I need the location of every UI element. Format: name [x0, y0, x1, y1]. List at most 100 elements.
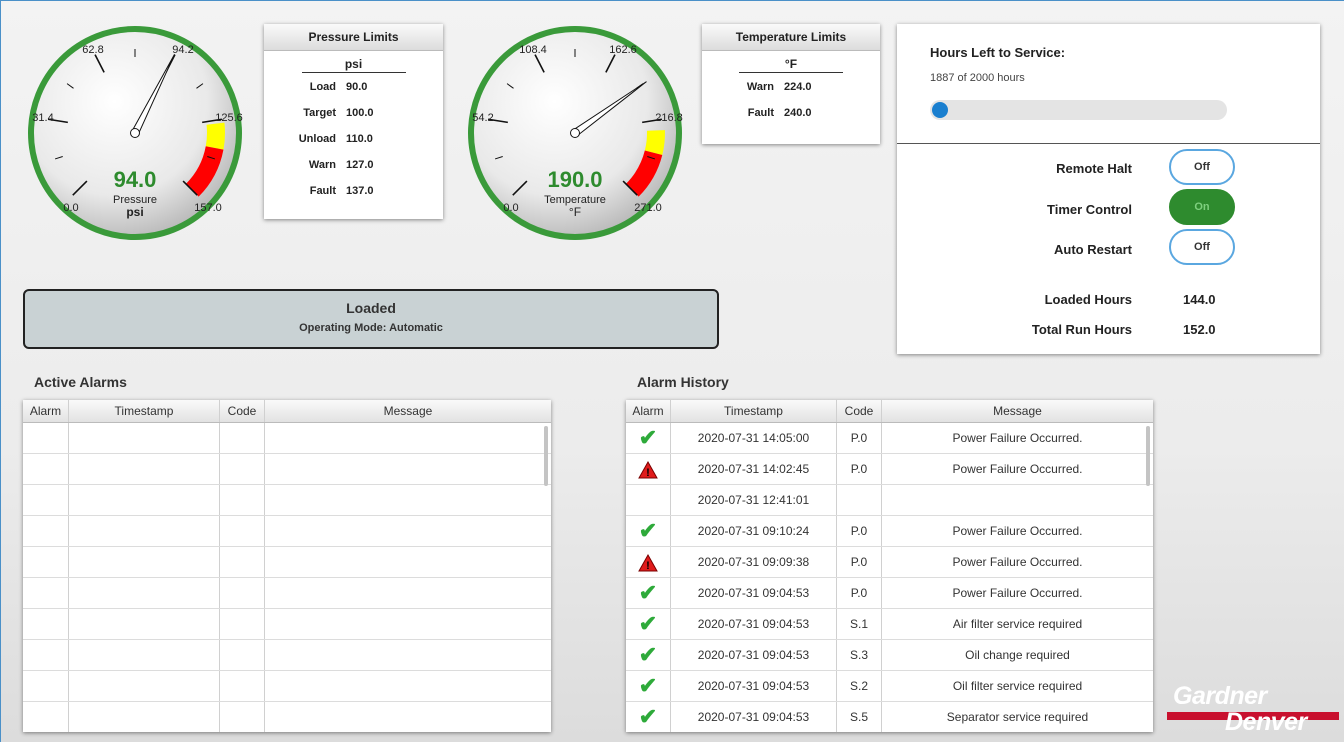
timestamp-cell: 2020-07-31 09:04:53: [671, 702, 837, 732]
table-cell: [265, 547, 551, 577]
timestamp-cell: 2020-07-31 09:04:53: [671, 671, 837, 701]
message-cell: Separator service required: [946, 710, 1089, 724]
table-row[interactable]: ✔ 2020-07-31 09:04:53 P.0 Power Failure Occ…: [626, 578, 1153, 609]
remote-halt-toggle[interactable]: Off: [1169, 149, 1235, 185]
table-cell: [69, 454, 220, 484]
temperature-limit-label: Fault: [747, 107, 774, 119]
temperature-warn-band: [644, 130, 665, 155]
col-timestamp[interactable]: Timestamp: [69, 400, 220, 422]
temperature-limit-row: Fault 240.0: [702, 100, 880, 126]
table-cell: [265, 454, 551, 484]
pressure-limits-title: Pressure Limits: [264, 24, 443, 51]
table-cell: [220, 547, 265, 577]
col-message[interactable]: Message: [882, 400, 1153, 422]
table-cell: [220, 485, 265, 515]
table-cell: [23, 423, 69, 453]
col-timestamp[interactable]: Timestamp: [671, 400, 837, 422]
timestamp-cell: 2020-07-31 09:04:53: [671, 578, 837, 608]
pressure-tick-label: 31.4: [32, 112, 53, 124]
active-alarms-table[interactable]: Alarm Timestamp Code Message: [23, 400, 551, 732]
table-cell: [265, 578, 551, 608]
table-row[interactable]: [23, 454, 551, 485]
pressure-limit-label: Warn: [308, 159, 336, 171]
col-message[interactable]: Message: [265, 400, 551, 422]
table-cell: [220, 609, 265, 639]
table-cell: [23, 516, 69, 546]
code-cell: P.0: [837, 547, 882, 577]
table-cell: [220, 578, 265, 608]
table-row[interactable]: [23, 423, 551, 454]
code-cell: S.1: [837, 609, 882, 639]
temperature-limit-value: 240.0: [784, 107, 812, 119]
table-row[interactable]: ! 2020-07-31 14:02:45 P.0 Power Failure Occ…: [626, 454, 1153, 485]
message-cell: Power Failure Occurred.: [952, 586, 1083, 600]
table-cell: [23, 454, 69, 484]
pressure-limit-row: Unload 110.0: [264, 126, 443, 152]
table-cell: [265, 516, 551, 546]
table-cell: [69, 423, 220, 453]
message-cell: Power Failure Occurred.: [952, 431, 1083, 445]
table-row[interactable]: ✔ 2020-07-31 09:10:24 P.0 Power Failure Occ…: [626, 516, 1153, 547]
table-row[interactable]: [23, 640, 551, 671]
table-row[interactable]: ✔ 2020-07-31 09:04:53 S.1 Air filter servic…: [626, 609, 1153, 640]
table-cell: [69, 640, 220, 670]
table-cell: [69, 671, 220, 701]
table-row[interactable]: [23, 516, 551, 547]
pressure-warn-band: [205, 122, 225, 150]
table-cell: [23, 671, 69, 701]
gardner-denver-logo: Gardner Denver: [1167, 682, 1339, 736]
table-row[interactable]: ✔ 2020-07-31 09:04:53 S.3 Oil change requir…: [626, 640, 1153, 671]
timestamp-cell: 2020-07-31 12:41:01: [671, 485, 837, 515]
table-row[interactable]: [23, 671, 551, 702]
alarm-history-scrollbar[interactable]: [1146, 426, 1150, 486]
col-alarm[interactable]: Alarm: [626, 400, 671, 422]
pressure-limit-row: Fault 137.0: [264, 178, 443, 204]
table-row[interactable]: ✔ 2020-07-31 14:05:00 P.0 Power Failure Occ…: [626, 423, 1153, 454]
operating-state: Loaded: [346, 300, 396, 316]
active-alarms-scrollbar[interactable]: [544, 426, 548, 486]
table-row[interactable]: [23, 578, 551, 609]
table-row[interactable]: ✔ 2020-07-31 09:04:53 S.2 Oil filter servic…: [626, 671, 1153, 702]
table-row[interactable]: [23, 702, 551, 732]
table-cell: [69, 578, 220, 608]
temperature-limit-label: Warn: [746, 81, 774, 93]
pressure-gauge: 0.031.462.8 94.2125.6157.094.0Pressurepsi: [28, 26, 243, 240]
col-code[interactable]: Code: [837, 400, 882, 422]
alarm-history-body: ✔ 2020-07-31 14:05:00 P.0 Power Failure Occ…: [626, 423, 1153, 732]
alarm-status-cell: !: [626, 547, 671, 577]
table-row[interactable]: ! 2020-07-31 09:09:38 P.0 Power Failure Occ…: [626, 547, 1153, 578]
service-progress-track: [930, 100, 1227, 120]
auto-restart-toggle[interactable]: Off: [1169, 229, 1235, 265]
col-code[interactable]: Code: [220, 400, 265, 422]
timer-control-label: Timer Control: [1047, 202, 1132, 217]
code-cell: P.0: [837, 578, 882, 608]
timestamp-cell: 2020-07-31 09:04:53: [671, 609, 837, 639]
table-row[interactable]: ✔ 2020-07-31 09:04:53 S.5 Separator service…: [626, 702, 1153, 732]
alarm-history-header: Alarm Timestamp Code Message: [626, 400, 1153, 423]
table-cell: [220, 423, 265, 453]
check-icon: ✔: [638, 704, 658, 729]
table-row[interactable]: [23, 547, 551, 578]
alarm-status-cell: ✔: [626, 423, 671, 453]
col-alarm[interactable]: Alarm: [23, 400, 69, 422]
pressure-tick-label: 125.6: [215, 112, 243, 124]
table-row[interactable]: [23, 485, 551, 516]
pressure-limit-label: Load: [309, 81, 336, 93]
temperature-tick-label: 216.8: [655, 112, 683, 124]
table-row[interactable]: [23, 609, 551, 640]
message-cell: Power Failure Occurred.: [952, 524, 1083, 538]
alarm-history-table[interactable]: Alarm Timestamp Code Message ✔ 2020-07-31…: [626, 400, 1153, 732]
service-title: Hours Left to Service:: [930, 45, 1066, 60]
operating-status-box: Loaded Operating Mode: Automatic: [23, 289, 719, 349]
pressure-limit-label: Unload: [298, 133, 336, 145]
pressure-limit-label: Fault: [309, 185, 336, 197]
table-cell: [265, 640, 551, 670]
message-cell: Air filter service required: [952, 617, 1083, 631]
table-cell: [265, 485, 551, 515]
loaded-hours-label: Loaded Hours: [1044, 292, 1132, 307]
pressure-limits-card: Pressure Limits psi Load 90.0 Target 100.0 U…: [264, 24, 443, 219]
logo-text-line2: Denver: [1225, 708, 1307, 736]
table-row[interactable]: 2020-07-31 12:41:01: [626, 485, 1153, 516]
temperature-needle-hub: [570, 128, 580, 138]
timer-control-toggle[interactable]: On: [1169, 189, 1235, 225]
